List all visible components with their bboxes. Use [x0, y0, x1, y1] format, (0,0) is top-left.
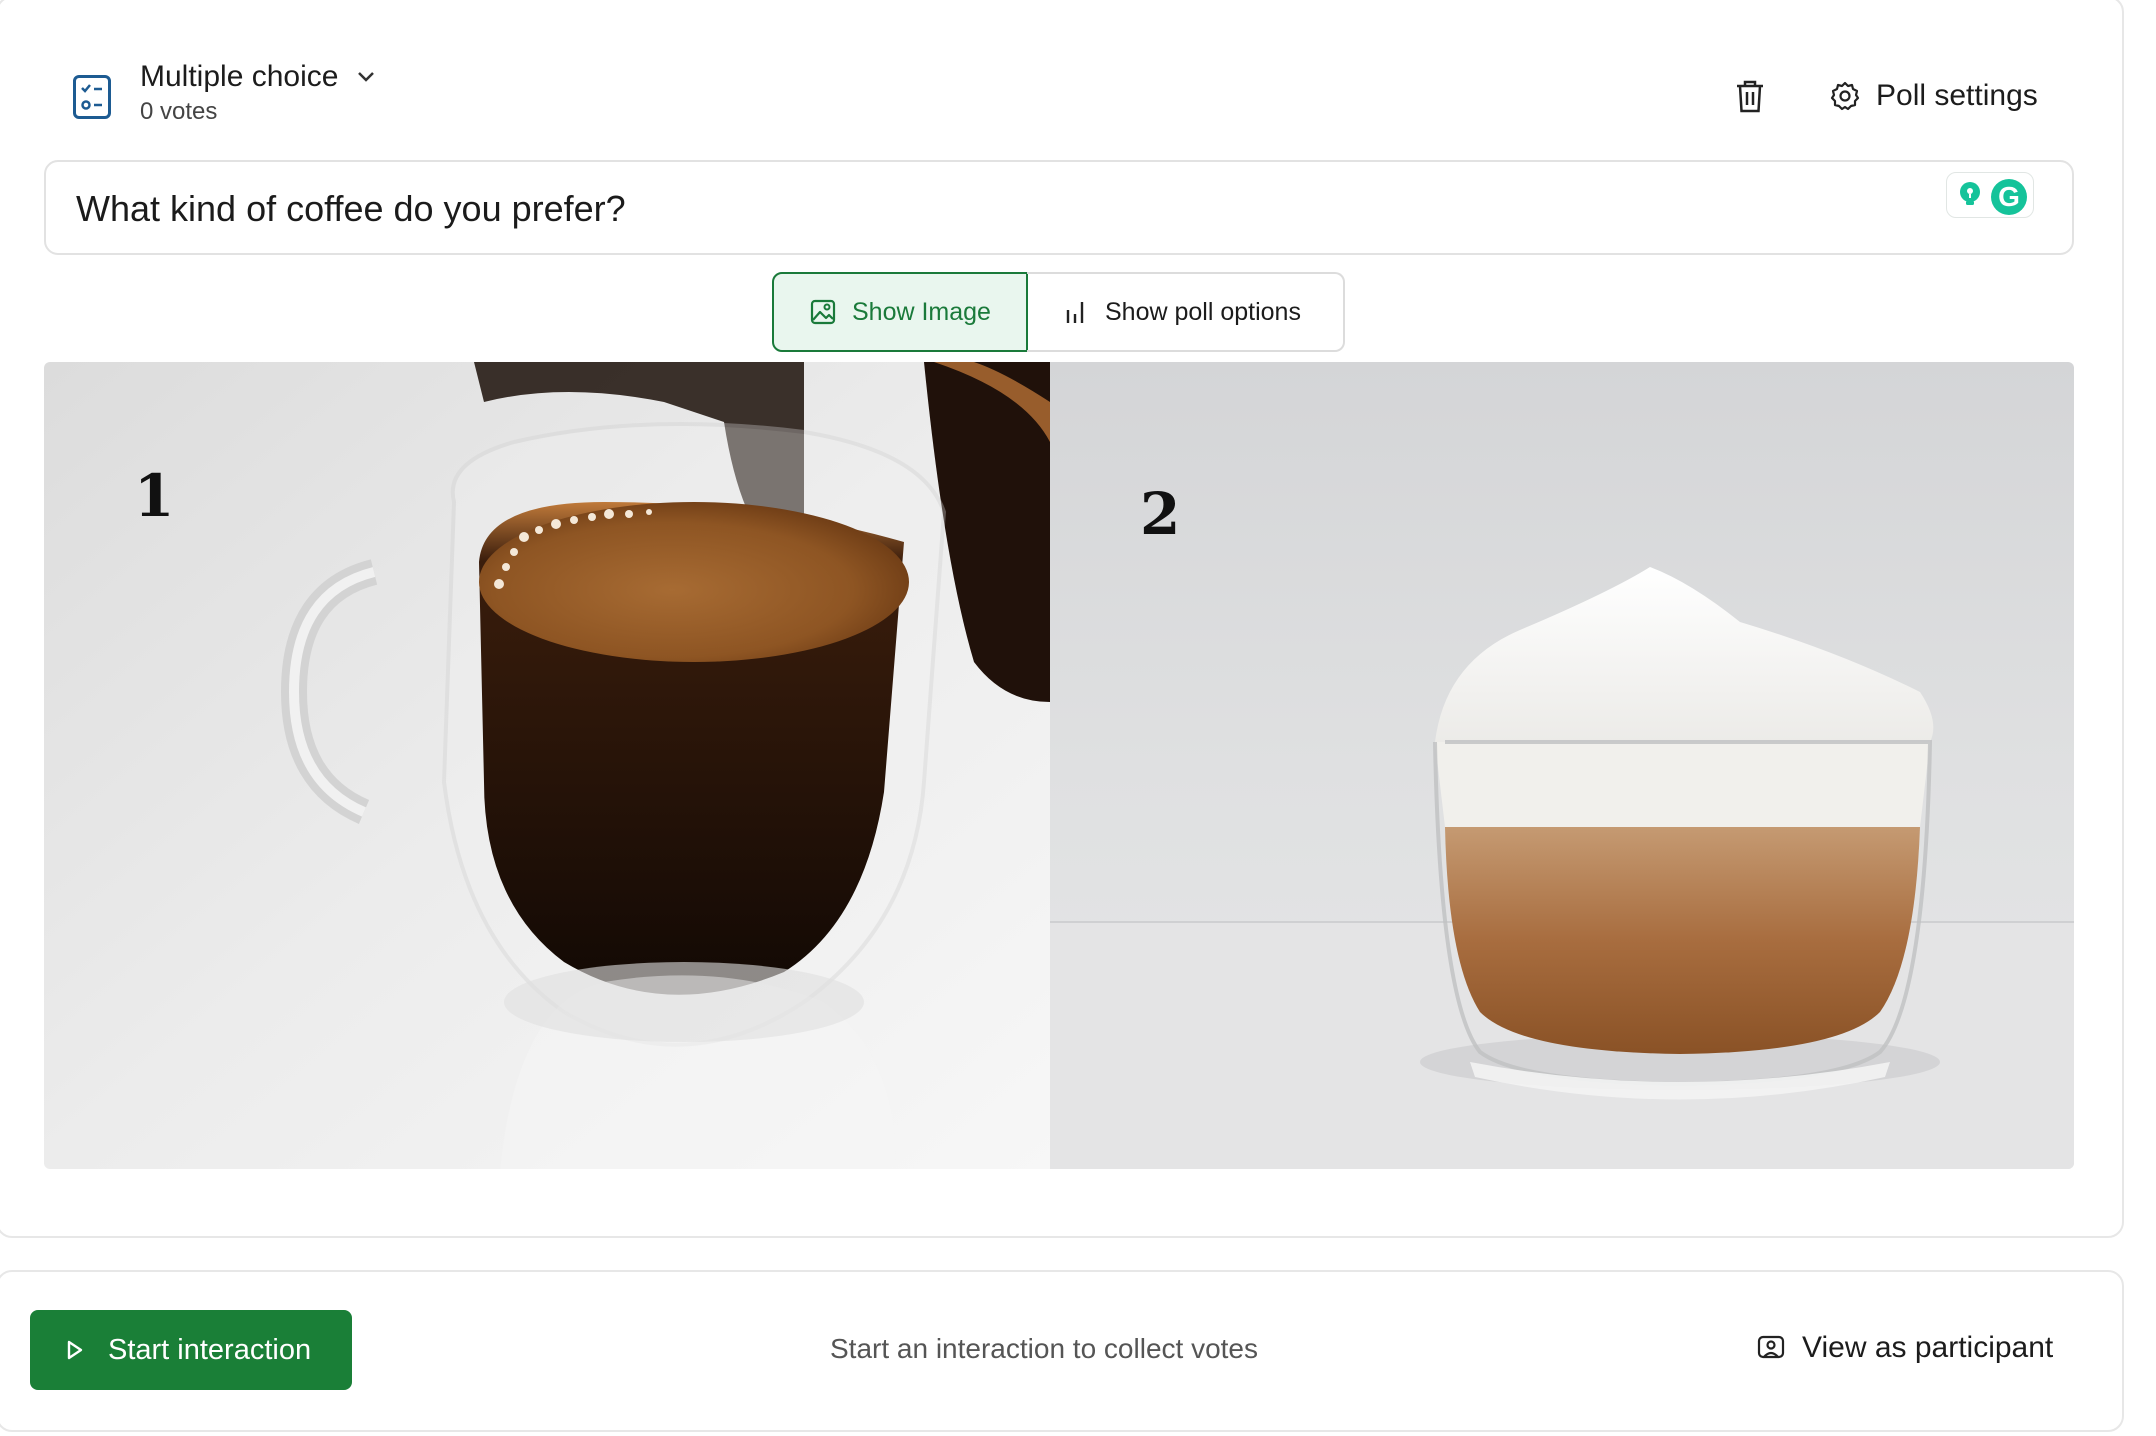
poll-settings-button[interactable]: Poll settings [1830, 76, 2038, 116]
poll-settings-label: Poll settings [1876, 79, 2038, 112]
show-image-label: Show Image [852, 297, 991, 326]
view-as-participant-button[interactable]: View as participant [1756, 1328, 2053, 1368]
show-image-tab[interactable]: Show Image [772, 272, 1028, 352]
option-2-number: 2 [1140, 480, 1181, 548]
grammarly-widget[interactable]: G [1946, 172, 2034, 218]
footer-hint: Start an interaction to collect votes [830, 1333, 1258, 1364]
option-1-number: 1 [134, 462, 175, 530]
image-icon [810, 299, 836, 325]
show-poll-options-label: Show poll options [1105, 297, 1301, 326]
cappuccino-image: 2 [1050, 362, 2074, 1169]
start-interaction-label: Start interaction [108, 1333, 312, 1366]
lightbulb-icon[interactable] [1957, 181, 1983, 207]
espresso-image: 1 [44, 362, 1050, 1169]
grammarly-icon[interactable]: G [1991, 179, 2027, 215]
poll-type-dropdown[interactable]: Multiple choice [140, 60, 338, 94]
gear-icon [1830, 81, 1860, 111]
question-text[interactable]: What kind of coffee do you prefer? [76, 188, 626, 230]
start-interaction-button[interactable]: Start interaction [30, 1310, 352, 1390]
play-icon [67, 1340, 83, 1360]
view-as-participant-label: View as participant [1802, 1331, 2054, 1364]
poll-image: 1 2 [44, 362, 2074, 1169]
bar-chart-icon [1066, 302, 1084, 323]
vote-count: 0 votes [140, 98, 218, 125]
participant-icon [1757, 1335, 1785, 1359]
question-input[interactable]: What kind of coffee do you prefer? G [44, 160, 2074, 255]
show-poll-options-tab[interactable]: Show poll options [1027, 272, 1345, 352]
chevron-down-icon[interactable] [356, 70, 376, 84]
trash-icon[interactable] [1733, 78, 1767, 114]
poll-list-icon [73, 75, 111, 119]
